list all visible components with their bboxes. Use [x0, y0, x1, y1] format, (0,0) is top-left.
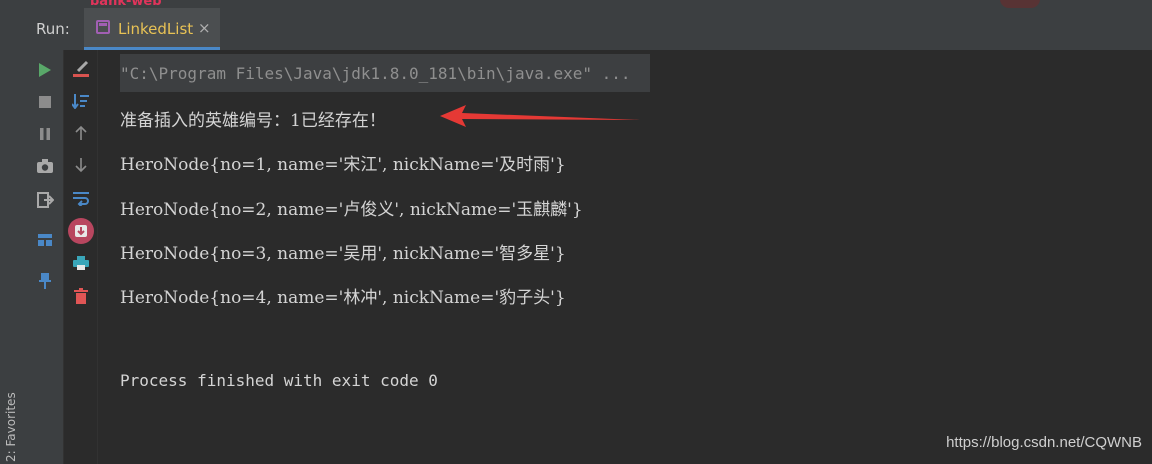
- pin-tab-button[interactable]: [34, 270, 56, 292]
- clear-all-button[interactable]: [70, 58, 92, 80]
- up-trace-button[interactable]: [70, 122, 92, 144]
- print-icon: [73, 256, 89, 270]
- down-trace-button[interactable]: [70, 154, 92, 176]
- stop-button[interactable]: [34, 91, 56, 113]
- console-line: 准备插入的英雄编号：1已经存在！: [120, 111, 386, 131]
- watermark: https://blog.csdn.net/CQWNB: [946, 434, 1142, 451]
- run-actions-toolbar: [26, 50, 64, 464]
- scroll-to-end-button[interactable]: [68, 218, 94, 244]
- exit-button[interactable]: [34, 189, 56, 211]
- close-tab-button[interactable]: ×: [198, 19, 211, 37]
- camera-icon: [37, 159, 53, 173]
- up-icon: [75, 125, 87, 140]
- trash-icon: [74, 288, 88, 304]
- soft-wrap-sort-button[interactable]: [70, 90, 92, 112]
- exit-message: Process finished with exit code 0: [120, 371, 438, 390]
- down-icon: [75, 158, 87, 173]
- play-icon: [39, 63, 51, 77]
- java-class-icon: [96, 20, 110, 34]
- tab-title: LinkedList: [118, 20, 194, 38]
- scroll-end-icon: [75, 225, 87, 237]
- stop-icon: [39, 96, 51, 108]
- tab-linkedlist[interactable]: LinkedList ×: [84, 8, 220, 50]
- console-line: HeroNode{no=1, name='宋江', nickName='及时雨'…: [120, 155, 566, 175]
- console-actions-toolbar: [64, 50, 98, 464]
- pause-button[interactable]: [34, 123, 56, 145]
- console-output[interactable]: "C:\Program Files\Java\jdk1.8.0_181\bin\…: [98, 50, 1152, 464]
- dump-threads-button[interactable]: [34, 155, 56, 177]
- exit-icon: [37, 192, 54, 208]
- favorites-tool-button[interactable]: 2: Favorites: [4, 392, 18, 462]
- delete-button[interactable]: [70, 285, 92, 307]
- console-line: HeroNode{no=4, name='林冲', nickName='豹子头'…: [120, 288, 566, 308]
- run-label: Run:: [36, 20, 70, 38]
- command-line: "C:\Program Files\Java\jdk1.8.0_181\bin\…: [120, 64, 631, 83]
- window-top-strip: bank-web: [0, 0, 1152, 9]
- notification-badge: [1000, 0, 1040, 8]
- pause-icon: [40, 128, 50, 140]
- console-line: HeroNode{no=3, name='吴用', nickName='智多星'…: [120, 244, 566, 264]
- layout-icon: [38, 234, 52, 246]
- annotation-arrow-icon: [440, 105, 640, 127]
- soft-wrap-button[interactable]: [70, 187, 92, 209]
- pin-icon: [39, 273, 51, 289]
- run-toolbar: Run: LinkedList ×: [0, 8, 1152, 51]
- wrap-icon: [73, 192, 89, 206]
- rerun-button[interactable]: [34, 59, 56, 81]
- restore-layout-button[interactable]: [34, 229, 56, 251]
- print-button[interactable]: [70, 252, 92, 274]
- clear-icon: [73, 60, 89, 77]
- console-line: HeroNode{no=2, name='卢俊义', nickName='玉麒麟…: [120, 200, 583, 220]
- sort-icon: [72, 94, 89, 109]
